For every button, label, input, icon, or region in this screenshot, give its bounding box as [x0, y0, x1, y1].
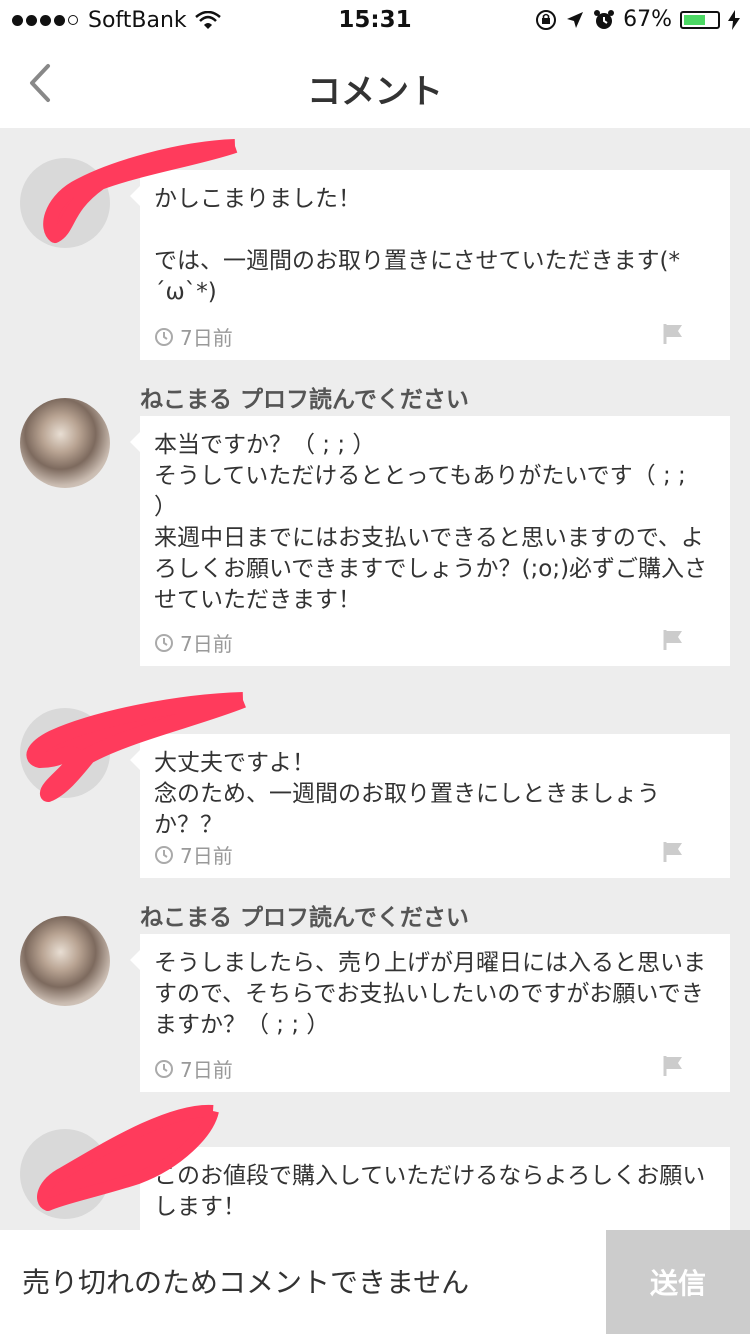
battery-icon [680, 10, 720, 29]
avatar[interactable] [20, 398, 110, 488]
redaction-mark [43, 139, 238, 243]
comment-item: かしこまりました！ では、一週間のお取り置きにさせていただきます(*´ω`*) … [0, 128, 750, 368]
comment-input-bar: 送信 [0, 1230, 750, 1334]
clock-icon [155, 327, 173, 346]
comment-time: 7日前 [154, 322, 233, 351]
flag-icon[interactable] [662, 1054, 686, 1078]
comment-time: 7日前 [154, 628, 233, 657]
comment-time-label: 7日前 [180, 844, 233, 868]
comment-text: そうしましたら、売り上げが月曜日には入ると思いますので、そちらでお支払いしたいの… [154, 950, 706, 1038]
comment-time-label: 7日前 [180, 632, 233, 656]
comment-bubble: このお値段で購入していただけるならよろしくお願いします！ [130, 1147, 730, 1230]
clock-icon [155, 1059, 173, 1078]
battery-fill [684, 14, 705, 25]
redaction-mark [37, 1104, 219, 1211]
comment-time: 7日前 [154, 1054, 233, 1083]
status-bar: SoftBank 15:31 67% [0, 0, 750, 40]
comment-meta: 7日前 [154, 312, 716, 362]
comment-time: 7日前 [154, 840, 233, 869]
location-icon [567, 11, 584, 28]
comment-item: 大丈夫ですよ！ 念のため、一週間のお取り置きにしときましょうか？？ 7日前 [0, 688, 750, 888]
comment-text: 本当ですか？（ ; ; ） そうしていただけるととってもありがたいです（ ; ;… [154, 432, 708, 613]
comment-item: ねこまる プロフ読んでください そうしましたら、売り上げが月曜日には入ると思いま… [0, 894, 750, 1094]
clock-icon [155, 845, 173, 864]
page-title: コメント [307, 72, 443, 112]
battery-percent: 67% [623, 7, 672, 32]
rotation-lock-icon [536, 9, 557, 30]
comment-text: このお値段で購入していただけるならよろしくお願いします！ [154, 1163, 706, 1220]
send-button[interactable]: 送信 [606, 1230, 750, 1334]
comment-list[interactable]: かしこまりました！ では、一週間のお取り置きにさせていただきます(*´ω`*) … [0, 128, 750, 1230]
clock-icon [155, 633, 173, 652]
redaction-mark [26, 692, 246, 802]
comment-item: このお値段で購入していただけるならよろしくお願いします！ [0, 1103, 750, 1230]
comment-meta: 7日前 [154, 618, 716, 668]
avatar[interactable] [20, 916, 110, 1006]
comment-time-label: 7日前 [180, 326, 233, 350]
alarm-icon [594, 9, 615, 29]
nav-bar: コメント [0, 40, 750, 128]
status-right: 67% [535, 7, 740, 32]
flag-icon[interactable] [662, 628, 686, 652]
comment-bubble: 本当ですか？（ ; ; ） そうしていただけるととってもありがたいです（ ; ;… [130, 416, 730, 668]
comment-username[interactable]: ねこまる プロフ読んでください [140, 898, 469, 932]
comment-input[interactable] [0, 1230, 606, 1334]
comment-time-label: 7日前 [180, 1058, 233, 1082]
comment-meta: 7日前 [154, 830, 716, 880]
flag-icon[interactable] [662, 322, 686, 346]
comment-bubble: そうしましたら、売り上げが月曜日には入ると思いますので、そちらでお支払いしたいの… [130, 934, 730, 1094]
comment-username[interactable]: ねこまる プロフ読んでください [140, 380, 469, 414]
comment-meta: 7日前 [154, 1044, 716, 1094]
charging-bolt-icon [728, 9, 740, 30]
flag-icon[interactable] [662, 840, 686, 864]
comment-item: ねこまる プロフ読んでください 本当ですか？（ ; ; ） そうしていただけると… [0, 376, 750, 676]
